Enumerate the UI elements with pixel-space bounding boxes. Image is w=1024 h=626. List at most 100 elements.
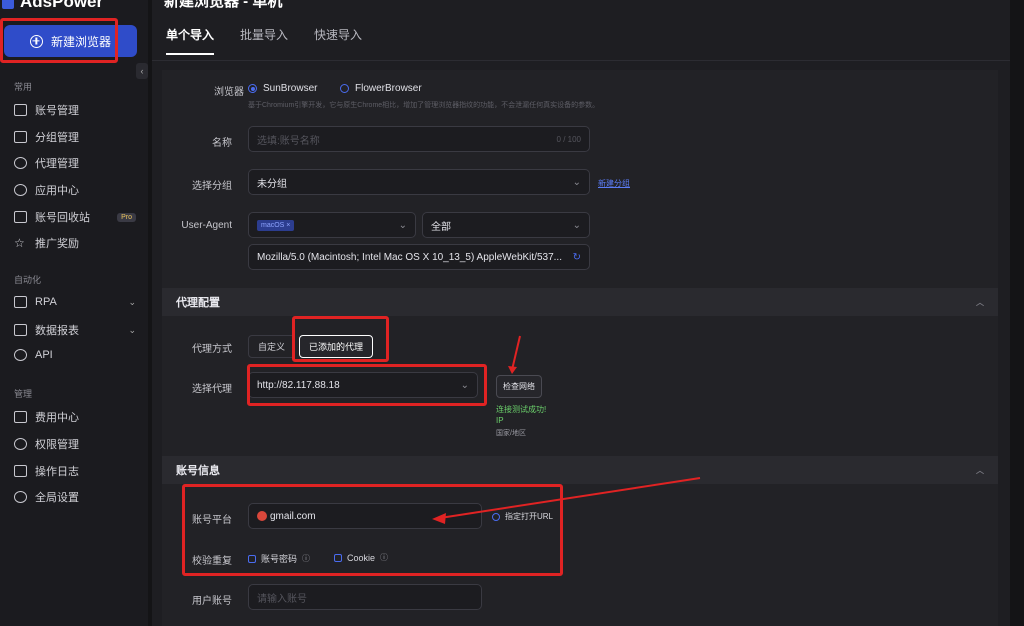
section-title: 账号信息 bbox=[176, 465, 220, 477]
sidebar-item-billing[interactable]: 费用中心 bbox=[14, 409, 136, 425]
connection-ip: IP bbox=[496, 416, 504, 425]
proxy-select-label: 选择代理 bbox=[192, 384, 232, 395]
sidebar-item-label: 代理管理 bbox=[35, 158, 79, 170]
browser-label: 浏览器 bbox=[214, 87, 244, 98]
sidebar-item-reports[interactable]: 数据报表 ⌄ bbox=[14, 322, 136, 338]
annotation-box-new-browser bbox=[0, 18, 118, 63]
proxy-icon bbox=[14, 157, 27, 169]
sidebar-item-app-center[interactable]: 应用中心 bbox=[14, 182, 136, 198]
version-value: 全部 bbox=[431, 221, 451, 233]
permission-icon bbox=[14, 438, 27, 450]
tab-batch-import[interactable]: 批量导入 bbox=[240, 26, 288, 55]
pro-badge: Pro bbox=[117, 212, 136, 222]
billing-icon bbox=[14, 411, 27, 423]
connection-country: 国家/地区 bbox=[496, 430, 526, 437]
ua-string-field[interactable]: Mozilla/5.0 (Macintosh; Intel Mac OS X 1… bbox=[248, 244, 590, 270]
new-group-link[interactable]: 新建分组 bbox=[598, 178, 630, 189]
sidebar: AdsPower 新建浏览器 ‹ 常用 账号管理 分组管理 代理管理 应用中心 … bbox=[0, 0, 148, 626]
radio-label: SunBrowser bbox=[263, 83, 318, 94]
refresh-icon[interactable]: ↻ bbox=[573, 252, 581, 263]
radio-checked-icon bbox=[248, 84, 257, 93]
section-title-automation: 自动化 bbox=[14, 275, 42, 285]
sidebar-item-permissions[interactable]: 权限管理 bbox=[14, 436, 136, 452]
sidebar-item-label: 账号回收站 bbox=[35, 212, 90, 224]
chevron-up-icon: ︿ bbox=[976, 297, 984, 307]
group-select[interactable]: 未分组 ⌄ bbox=[248, 169, 590, 195]
chevron-down-icon: ⌄ bbox=[572, 219, 581, 231]
folder-icon bbox=[14, 104, 27, 116]
section-title: 代理配置 bbox=[176, 297, 220, 309]
tab-single-import[interactable]: 单个导入 bbox=[166, 26, 215, 55]
settings-icon bbox=[14, 491, 27, 503]
radio-unchecked-icon bbox=[340, 84, 349, 93]
rpa-icon bbox=[14, 296, 27, 308]
account-section-header[interactable]: 账号信息 ︿ bbox=[162, 456, 998, 484]
logo-text: AdsPower bbox=[20, 0, 104, 11]
sidebar-item-label: 应用中心 bbox=[35, 185, 79, 197]
radio-flowerbrowser[interactable]: FlowerBrowser bbox=[340, 83, 422, 94]
radio-sunbrowser[interactable]: SunBrowser bbox=[248, 83, 317, 94]
sidebar-item-rpa[interactable]: RPA ⌄ bbox=[14, 296, 136, 308]
chevron-down-icon: ⌄ bbox=[572, 176, 581, 188]
sidebar-item-referral[interactable]: ☆ 推广奖励 bbox=[14, 235, 136, 251]
section-title-manage: 管理 bbox=[14, 389, 33, 399]
user-account-input[interactable]: 请输入账号 bbox=[248, 584, 482, 610]
sidebar-item-label: 权限管理 bbox=[35, 439, 79, 451]
sidebar-item-label: API bbox=[35, 349, 53, 361]
check-network-button[interactable]: 检查网络 bbox=[496, 375, 542, 398]
chevron-down-icon: ⌄ bbox=[128, 296, 136, 307]
user-account-label: 用户账号 bbox=[192, 596, 232, 607]
import-tabs: 单个导入 批量导入 快速导入 bbox=[166, 26, 362, 55]
group-value: 未分组 bbox=[257, 178, 287, 190]
tab-divider bbox=[152, 60, 1010, 61]
name-input[interactable]: 选填:账号名称 0 / 100 bbox=[248, 126, 590, 152]
ua-value: Mozilla/5.0 (Macintosh; Intel Mac OS X 1… bbox=[257, 251, 562, 263]
api-icon bbox=[14, 349, 27, 361]
sidebar-item-accounts[interactable]: 账号管理 bbox=[14, 102, 136, 118]
trash-icon bbox=[14, 211, 27, 223]
annotation-box-saved-proxy bbox=[292, 316, 389, 362]
proxy-mode-custom[interactable]: 自定义 bbox=[248, 335, 296, 358]
log-icon bbox=[14, 465, 27, 477]
sidebar-item-label: 全局设置 bbox=[35, 492, 79, 504]
sidebar-item-label: 操作日志 bbox=[35, 466, 79, 478]
app-center-icon bbox=[14, 184, 27, 196]
name-counter: 0 / 100 bbox=[556, 134, 581, 144]
annotation-box-proxy-select bbox=[247, 364, 487, 406]
chevron-left-icon: ‹ bbox=[140, 66, 144, 76]
sidebar-item-trash[interactable]: 账号回收站 Pro bbox=[14, 209, 136, 225]
sidebar-item-api[interactable]: API bbox=[14, 349, 136, 361]
os-tag[interactable]: macOS × bbox=[257, 219, 295, 231]
radio-label: FlowerBrowser bbox=[355, 83, 422, 94]
sidebar-item-logs[interactable]: 操作日志 bbox=[14, 463, 136, 479]
sidebar-item-label: RPA bbox=[35, 296, 57, 308]
proxy-section-header[interactable]: 代理配置 ︿ bbox=[162, 288, 998, 316]
app-window: AdsPower 新建浏览器 ‹ 常用 账号管理 分组管理 代理管理 应用中心 … bbox=[0, 0, 1024, 626]
ua-os-select[interactable]: macOS × ⌄ bbox=[248, 212, 416, 238]
section-title-common: 常用 bbox=[14, 82, 33, 92]
star-icon: ☆ bbox=[14, 236, 25, 250]
chevron-down-icon: ⌄ bbox=[128, 324, 136, 335]
sidebar-item-label: 数据报表 bbox=[35, 325, 79, 337]
user-account-placeholder: 请输入账号 bbox=[257, 593, 307, 605]
sidebar-item-settings[interactable]: 全局设置 bbox=[14, 489, 136, 505]
sidebar-item-proxies[interactable]: 代理管理 bbox=[14, 155, 136, 171]
sidebar-item-label: 费用中心 bbox=[35, 412, 79, 424]
ua-version-select[interactable]: 全部 ⌄ bbox=[422, 212, 590, 238]
logo-icon bbox=[2, 0, 14, 9]
chevron-up-icon: ︿ bbox=[976, 465, 984, 475]
ua-label: User-Agent bbox=[181, 220, 232, 231]
folder-group-icon bbox=[14, 131, 27, 143]
connection-status: 连接测试成功! bbox=[496, 405, 547, 414]
name-placeholder: 选填:账号名称 bbox=[257, 135, 320, 147]
sidebar-item-groups[interactable]: 分组管理 bbox=[14, 129, 136, 145]
chevron-down-icon: ⌄ bbox=[398, 219, 407, 231]
report-icon bbox=[14, 324, 27, 336]
browser-hint: 基于Chromium引擎开发，它与原生Chrome相比，增加了管理浏览器指纹的功… bbox=[248, 102, 600, 109]
page-title: 新建浏览器 - 单机 bbox=[164, 0, 283, 10]
tab-quick-import[interactable]: 快速导入 bbox=[314, 26, 362, 55]
sidebar-item-label: 分组管理 bbox=[35, 132, 79, 144]
logo: AdsPower bbox=[0, 0, 103, 12]
name-label: 名称 bbox=[212, 138, 232, 149]
collapse-sidebar-button[interactable]: ‹ bbox=[136, 63, 148, 79]
